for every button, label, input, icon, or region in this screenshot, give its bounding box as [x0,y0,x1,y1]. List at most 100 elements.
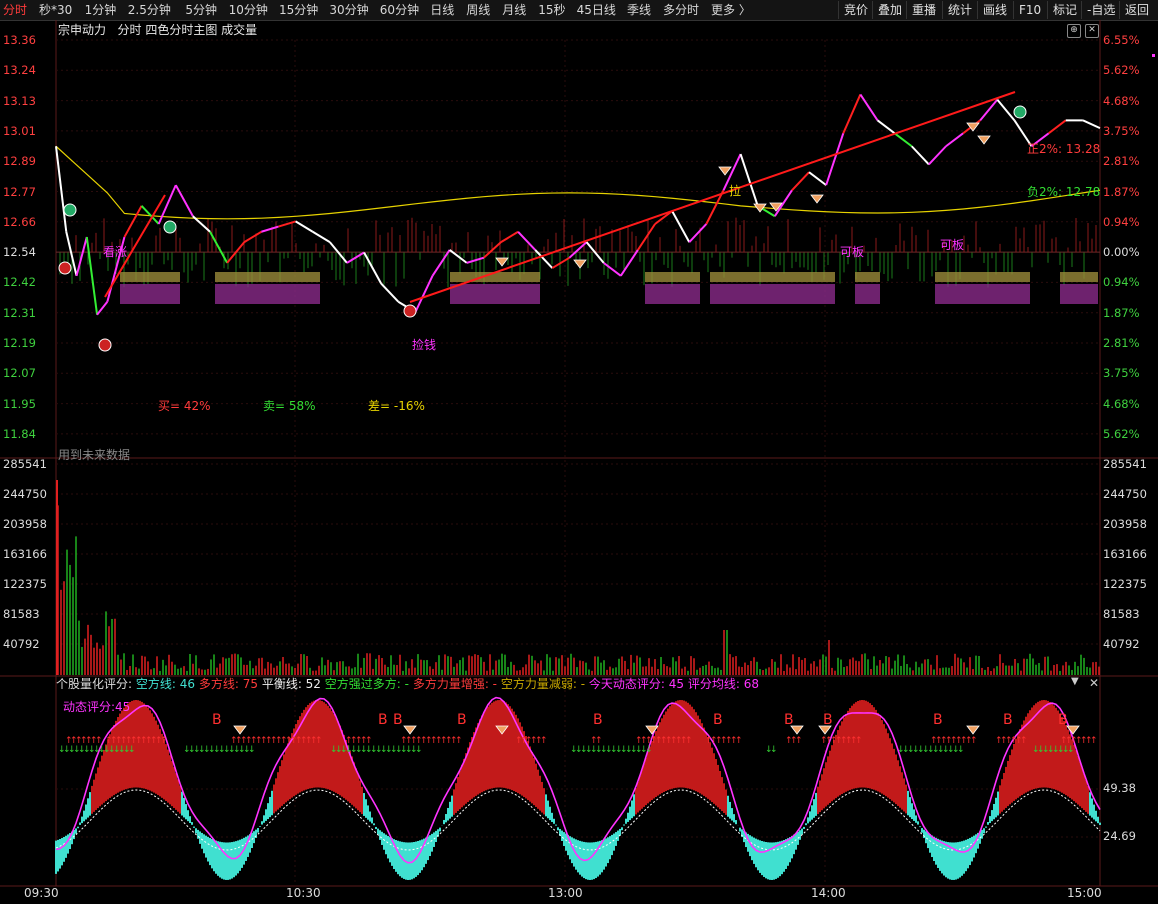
buy-signal-b-icon: B [378,712,388,728]
purple-block [450,284,540,304]
green-arrow-icon: ↓ [128,745,136,755]
purple-block [1060,284,1098,304]
volume-tick-label: 122375 [3,577,47,591]
purple-block [935,284,1030,304]
price-tick-label: 13.01 [3,123,36,138]
price-line-segment [619,249,639,277]
diamond-icon [810,194,824,204]
percent-tick-label: 5.62% [1103,63,1140,78]
price-tick-label: 13.36 [3,33,36,47]
diamond-icon [495,257,509,267]
price-line-segment [996,98,1016,121]
yellow-block [935,272,1030,282]
sell-ratio-label: 卖= 58% [263,399,316,413]
price-line-segment [243,230,262,243]
red-arrow-icon: ↑ [1020,736,1028,746]
volume-tick-label: 163166 [1103,547,1147,561]
indicator-menu-icon[interactable]: ▼ [1071,676,1079,687]
price-line-segment [894,132,913,148]
volume-tick-label: 244750 [3,487,47,501]
price-line-segment [209,231,229,264]
buy-ratio-label: 买= 42% [158,399,211,413]
empty-over-long-value: 空方强过多方: - [324,677,409,691]
purple-block [215,284,320,304]
long-strengthen-value: 多方力量增强: - [412,677,498,691]
volume-tick-label: 244750 [1103,487,1147,501]
price-tick-label: 12.89 [3,154,36,169]
price-line-segment [75,236,88,277]
price-line-segment [517,231,536,251]
green-arrow-icon: ↓ [415,745,423,755]
percent-tick-label: 3.75% [1103,123,1140,138]
yellow-block [780,272,835,282]
buy-signal-b-icon: B [457,712,467,728]
yellow-block [1060,272,1098,282]
signal-marker-icon [403,304,417,318]
signal-marker-icon [58,261,72,275]
price-tick-label: 12.42 [3,275,36,290]
price-tick-label: 12.66 [3,214,36,229]
red-arrow-icon: ↑ [735,736,743,746]
percent-tick-label: 4.68% [1103,93,1140,108]
percent-tick-label: 6.55% [1103,33,1140,47]
price-line-segment [414,275,434,313]
yellow-block [645,272,700,282]
red-arrow-icon: ↑ [540,736,548,746]
red-arrow-icon: ↑ [1090,736,1098,746]
price-line-segment [825,132,845,186]
yellow-block [710,272,780,282]
buy-signal-b-icon: B [713,712,723,728]
signal-marker-icon [63,203,77,217]
percent-tick-label: 2.81% [1103,336,1140,350]
today-score-value: 今天动态评分: 45 [588,677,685,691]
green-arrow-icon: ↓ [645,745,653,755]
negative-2pct-label: 负2%: 12.78 [1027,185,1101,199]
price-tick-label: 11.95 [3,396,36,411]
volume-tick-label: 163166 [3,547,47,561]
price-line-segment [911,145,930,166]
red-arrow-icon: ↑ [855,736,863,746]
yellow-block [215,272,320,282]
diamond-icon [790,725,804,735]
buy-signal-b-icon: B [593,712,603,728]
price-line-segment [500,230,519,243]
volume-tick-label: 203958 [3,517,47,531]
diamond-icon [977,135,991,145]
volume-tick-label: 285541 [1103,457,1147,471]
price-line-segment [55,146,68,232]
volume-tick-label: 122375 [1103,577,1147,591]
price-tick-label: 12.77 [3,184,36,199]
empty-weaken-value: 空方力量减弱: - [500,677,586,691]
time-tick-label: 09:30 [24,886,59,900]
future-data-note: 用到未来数据 [58,448,131,462]
time-tick-label: 14:00 [811,886,846,900]
red-arrow-icon: ↑ [455,736,463,746]
green-arrow-icon: ↓ [1067,745,1075,755]
price-line-segment [431,249,451,277]
purple-block [780,284,835,304]
dynamic-score-label: 动态评分:45 [63,700,131,714]
avg-score-value: 评分均线: 68 [687,677,759,691]
yellow-block [120,272,180,282]
balance-line-value: 平衡线: 52 [261,677,321,691]
red-arrow-icon: ↑ [685,736,693,746]
buy-signal-b-icon: B [1058,712,1068,728]
buy-signal-b-icon: B [393,712,403,728]
red-arrow-icon: ↑ [595,736,603,746]
price-line-segment [157,184,177,225]
price-line-segment [1082,119,1101,130]
indicator-close-icon[interactable]: ✕ [1089,676,1099,690]
long-line-value: 多方线: 75 [198,677,258,691]
green-arrow-icon: ↓ [770,745,778,755]
purple-block [120,284,180,304]
indicator-header: 个股量化评分: 空方线: 46 多方线: 75 平衡线: 52 空方强过多方: … [56,676,759,692]
price-line-segment [174,184,194,217]
price-tick-label: 13.13 [3,93,36,108]
green-arrow-icon: ↓ [248,745,256,755]
can-board-label-2: 可板 [940,238,965,252]
price-tick-label: 12.19 [3,336,36,350]
diff-ratio-label: 差= -16% [368,399,425,413]
signal-marker-icon [98,338,112,352]
percent-tick-label: 2.81% [1103,154,1140,169]
purple-block [855,284,880,304]
